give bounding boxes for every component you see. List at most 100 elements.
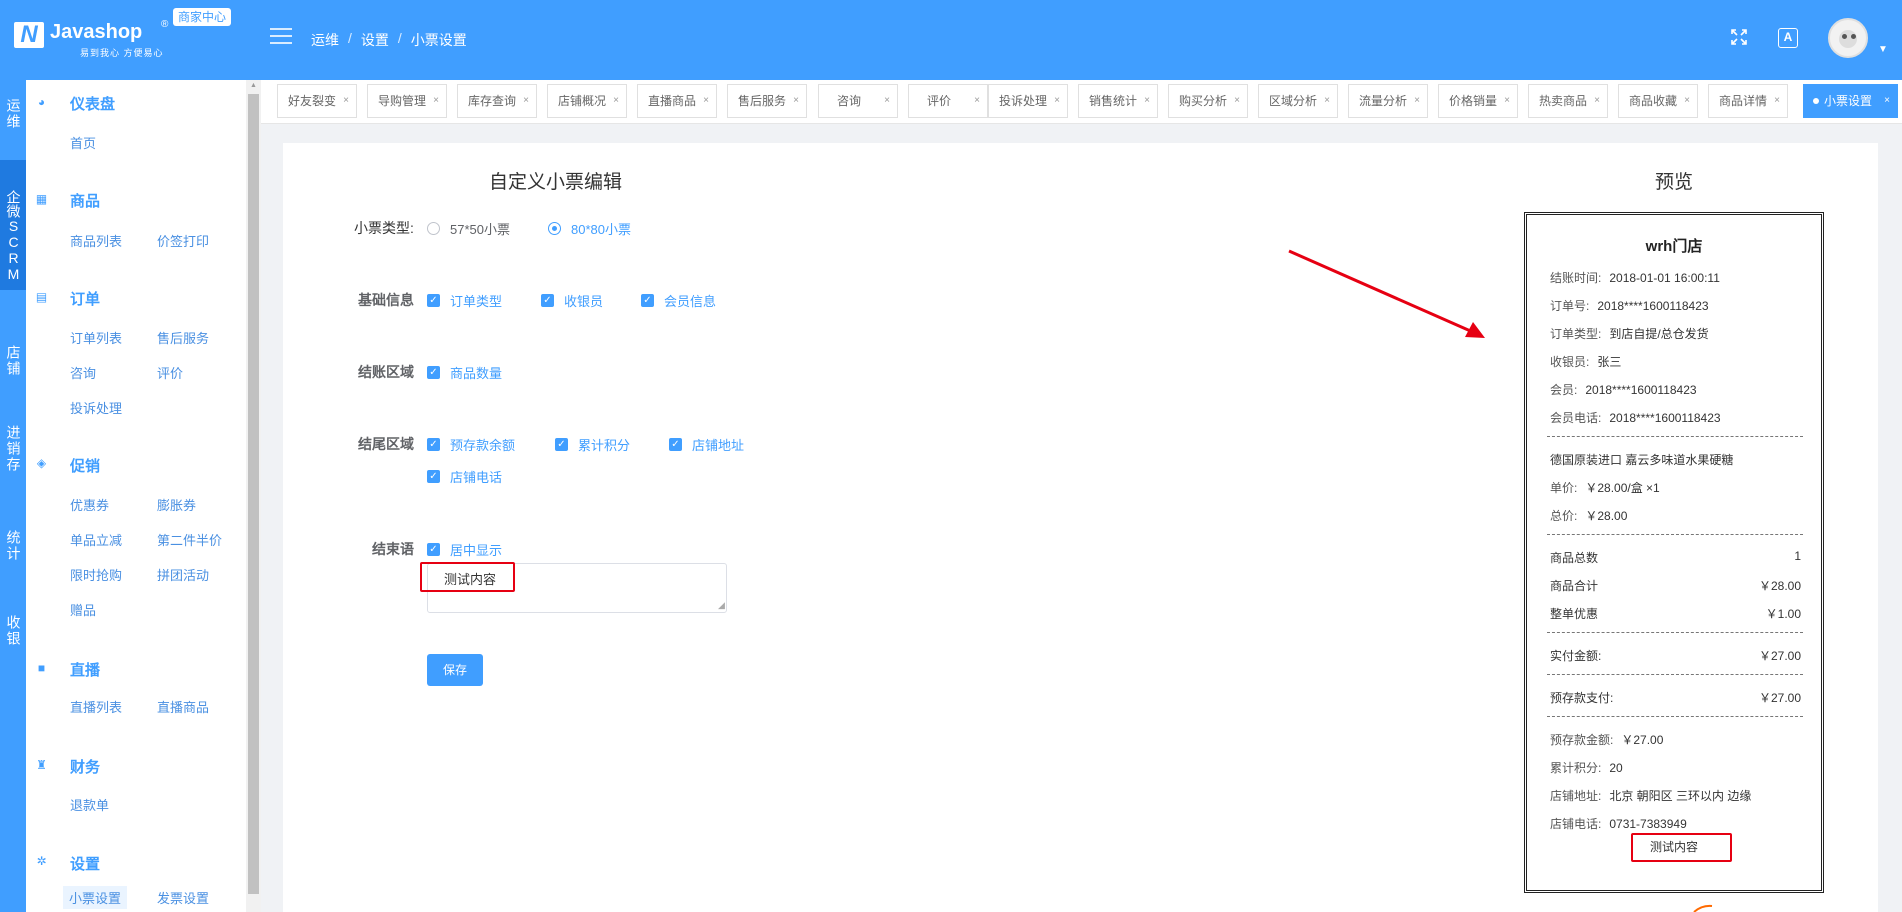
checkbox-shop-phone[interactable]: ✓ 店铺电话 [427, 467, 502, 486]
checkbox-member-info[interactable]: ✓ 会员信息 [641, 291, 716, 310]
module-item-shop[interactable]: 店铺 [0, 345, 26, 382]
sidebar-group-title[interactable]: 设置 [70, 853, 100, 874]
sidebar-item-after-sales[interactable]: 售后服务 [157, 328, 209, 347]
close-icon[interactable]: × [1324, 85, 1330, 117]
module-item-cashier[interactable]: 收银 [0, 615, 26, 652]
sidebar-item-consult[interactable]: 咨询 [70, 363, 96, 382]
close-icon[interactable]: × [884, 85, 890, 117]
close-icon[interactable]: × [1504, 85, 1510, 117]
receipt-row: 会员: 2018****1600118423 [1550, 381, 1697, 398]
checkbox-label: 店铺电话 [450, 470, 503, 485]
sidebar-item-second-half-price[interactable]: 第二件半价 [157, 530, 222, 549]
sidebar-group-title[interactable]: 财务 [70, 756, 100, 777]
tab-item[interactable]: 投诉处理 × [988, 84, 1068, 118]
close-icon[interactable]: × [1414, 85, 1420, 117]
caret-down-icon[interactable]: ▼ [1878, 44, 1888, 55]
resize-handle-icon[interactable]: ◢ [718, 600, 728, 610]
tab-item[interactable]: 区域分析 × [1258, 84, 1338, 118]
tab-item[interactable]: 价格销量 × [1438, 84, 1518, 118]
sidebar-item-price-tag-print[interactable]: 价签打印 [157, 231, 209, 250]
tab-item[interactable]: 咨询 × [818, 84, 898, 118]
close-icon[interactable]: × [523, 85, 529, 117]
scroll-up-icon[interactable]: ▲ [250, 82, 257, 89]
sidebar-item-expand-coupon[interactable]: 膨胀券 [157, 495, 196, 514]
sidebar-group-title[interactable]: 促销 [70, 455, 100, 476]
sidebar-item-coupon[interactable]: 优惠券 [70, 495, 109, 514]
tab-item[interactable]: 店铺概况 × [547, 84, 627, 118]
close-icon[interactable]: × [1054, 85, 1060, 117]
checkbox-cashier[interactable]: ✓ 收银员 [541, 291, 603, 310]
tab-item[interactable]: 售后服务 × [727, 84, 807, 118]
sidebar-item-flash-sale[interactable]: 限时抢购 [70, 565, 122, 584]
tab-item[interactable]: 热卖商品 × [1528, 84, 1608, 118]
sidebar-item-review[interactable]: 评价 [157, 363, 183, 382]
sidebar-item-goods-list[interactable]: 商品列表 [70, 231, 122, 250]
sidebar-item-order-list[interactable]: 订单列表 [70, 328, 122, 347]
close-icon[interactable]: × [1594, 85, 1600, 117]
sidebar-item-home[interactable]: 首页 [70, 133, 96, 152]
sidebar-item-complaint[interactable]: 投诉处理 [70, 398, 122, 417]
breadcrumb-item[interactable]: 运维 [311, 30, 339, 50]
sidebar-item-refund[interactable]: 退款单 [70, 795, 109, 814]
tab-item[interactable]: 流量分析 × [1348, 84, 1428, 118]
tab-item[interactable]: 销售统计 × [1078, 84, 1158, 118]
tab-item[interactable]: 直播商品 × [637, 84, 717, 118]
tab-label: 区域分析 [1269, 94, 1318, 108]
sidebar-item-instant-discount[interactable]: 单品立减 [70, 530, 122, 549]
module-item-ops[interactable]: 运维 [0, 98, 26, 135]
module-label: 店铺 [5, 345, 22, 377]
sidebar-group-title[interactable]: 仪表盘 [70, 93, 115, 114]
tab-item[interactable]: 购买分析 × [1168, 84, 1248, 118]
tab-item-active[interactable]: 小票设置 × [1803, 84, 1898, 118]
receipt-row: 会员电话: 2018****1600118423 [1550, 409, 1721, 426]
check-icon: ✓ [427, 366, 440, 379]
tab-item[interactable]: 评价 × [908, 84, 988, 118]
close-icon[interactable]: × [1884, 85, 1890, 117]
sidebar-item-group-buy[interactable]: 拼团活动 [157, 565, 209, 584]
module-item-stats[interactable]: 统计 [0, 530, 26, 567]
close-icon[interactable]: × [1234, 85, 1240, 117]
dashboard-icon: ◕ [37, 95, 46, 109]
checkbox-order-type[interactable]: ✓ 订单类型 [427, 291, 502, 310]
checkbox-center-display[interactable]: ✓ 居中显示 [427, 540, 502, 559]
sidebar-group-title[interactable]: 商品 [70, 190, 100, 211]
close-icon[interactable]: × [613, 85, 619, 117]
close-icon[interactable]: × [793, 85, 799, 117]
avatar[interactable] [1828, 18, 1868, 58]
save-button[interactable]: 保存 [427, 654, 483, 686]
close-icon[interactable]: × [974, 85, 980, 117]
radio-label: 80*80小票 [571, 222, 631, 237]
sidebar-item-invoice-settings[interactable]: 发票设置 [157, 888, 209, 907]
tab-item[interactable]: 好友裂变 × [277, 84, 357, 118]
breadcrumb-item[interactable]: 设置 [361, 30, 389, 50]
language-icon[interactable]: A [1778, 28, 1798, 48]
close-icon[interactable]: × [343, 85, 349, 117]
tab-item[interactable]: 导购管理 × [367, 84, 447, 118]
module-item-scrm[interactable]: 企微SCRM [0, 160, 26, 290]
module-item-inventory[interactable]: 进销存 [0, 425, 26, 478]
checkbox-shop-address[interactable]: ✓ 店铺地址 [669, 435, 744, 454]
menu-toggle-icon[interactable] [270, 28, 292, 45]
close-icon[interactable]: × [1144, 85, 1150, 117]
tab-item[interactable]: 商品收藏 × [1618, 84, 1698, 118]
radio-80x80[interactable]: 80*80小票 [548, 219, 631, 238]
checkbox-total-points[interactable]: ✓ 累计积分 [555, 435, 630, 454]
sidebar-item-gift[interactable]: 赠品 [70, 600, 96, 619]
tab-item[interactable]: 库存查询 × [457, 84, 537, 118]
sidebar-item-ticket-settings[interactable]: 小票设置 [63, 886, 128, 909]
close-icon[interactable]: × [433, 85, 439, 117]
radio-57x50[interactable]: 57*50小票 [427, 219, 510, 238]
close-icon[interactable]: × [1684, 85, 1690, 117]
scrollbar-thumb[interactable] [248, 94, 259, 894]
sidebar-group-title[interactable]: 直播 [70, 659, 100, 680]
checkbox-goods-count[interactable]: ✓ 商品数量 [427, 363, 502, 382]
tab-item[interactable]: 商品详情 × [1708, 84, 1788, 118]
sidebar-item-live-list[interactable]: 直播列表 [70, 697, 122, 716]
sidebar-item-live-goods[interactable]: 直播商品 [157, 697, 209, 716]
close-icon[interactable]: × [1774, 85, 1780, 117]
close-icon[interactable]: × [703, 85, 709, 117]
checkbox-prepaid-balance[interactable]: ✓ 预存款余额 [427, 435, 515, 454]
sidebar-scrollbar[interactable]: ▲ [246, 80, 261, 912]
sidebar-group-title[interactable]: 订单 [70, 288, 100, 309]
fullscreen-icon[interactable] [1729, 28, 1749, 48]
